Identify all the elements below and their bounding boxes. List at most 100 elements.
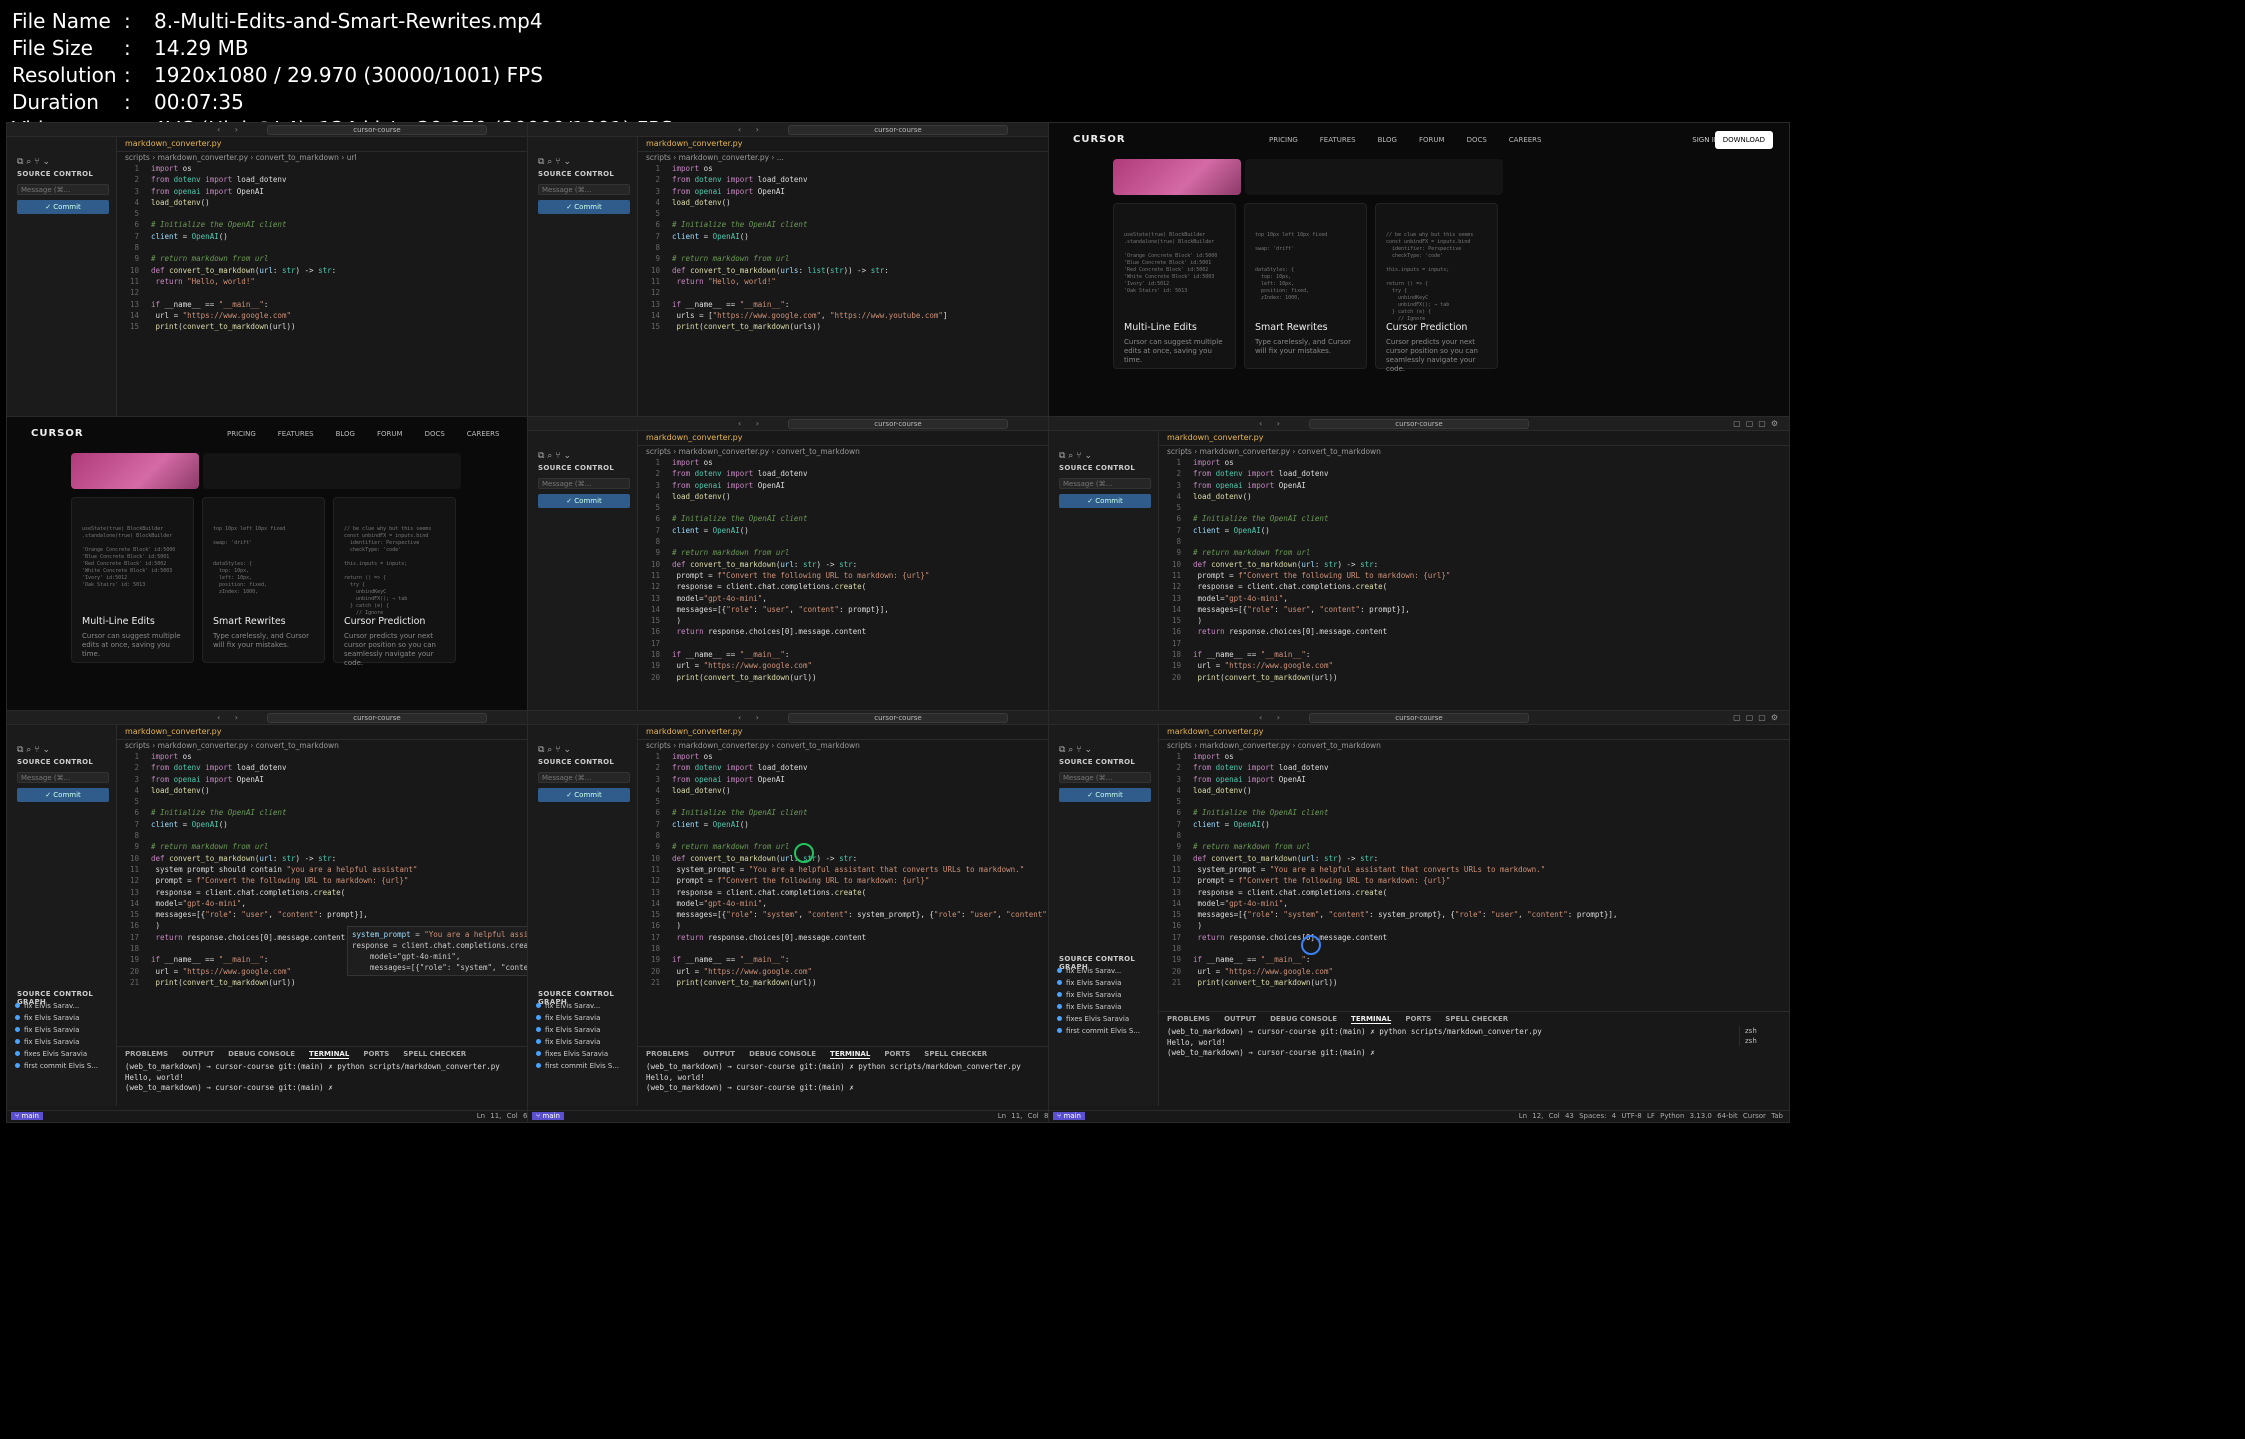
panel-tab[interactable]: DEBUG CONSOLE — [1270, 1015, 1337, 1024]
nav-arrows-icon[interactable]: ‹ › — [738, 125, 765, 134]
nav-arrows-icon[interactable]: ‹ › — [217, 713, 244, 722]
breadcrumb[interactable]: scripts › markdown_converter.py › ... — [646, 153, 784, 162]
command-search[interactable]: cursor-course — [788, 125, 1008, 135]
breadcrumb[interactable]: scripts › markdown_converter.py › conver… — [125, 153, 357, 162]
commit-button[interactable]: ✓ Commit — [538, 788, 630, 802]
commit-message-input[interactable]: Message (⌘... — [538, 772, 630, 783]
download-button[interactable]: DOWNLOAD — [1714, 131, 1773, 149]
breadcrumb[interactable]: scripts › markdown_converter.py › conver… — [125, 741, 339, 750]
graph-item[interactable]: fix Elvis Saravia — [15, 1012, 98, 1024]
code-editor[interactable]: 1 import os 2 from dotenv import load_doten… — [1159, 751, 1781, 988]
branch-indicator[interactable]: ⑂ main — [1053, 1112, 1085, 1120]
commit-message-input[interactable]: Message (⌘... — [538, 478, 630, 489]
graph-item[interactable]: fix Elvis Saravia — [536, 1012, 619, 1024]
graph-item[interactable]: first commit Elvis S... — [1057, 1025, 1140, 1037]
panel-tab[interactable]: TERMINAL — [830, 1050, 871, 1059]
feature-card[interactable]: // be clue why but this seems const unbi… — [333, 497, 456, 667]
nav-link[interactable]: BLOG — [336, 430, 355, 438]
file-tab[interactable]: markdown_converter.py — [646, 433, 742, 442]
cursor-position[interactable]: Ln 11, Col 82 — [998, 1112, 1053, 1120]
commit-button[interactable]: ✓ Commit — [1059, 494, 1151, 508]
file-tab[interactable]: markdown_converter.py — [125, 727, 221, 736]
graph-item[interactable]: fix Elvis Saravia — [15, 1024, 98, 1036]
terminal-list[interactable]: zshzsh — [1739, 1026, 1783, 1046]
branch-indicator[interactable]: ⑂ main — [532, 1112, 564, 1120]
commit-button[interactable]: ✓ Commit — [538, 200, 630, 214]
command-search[interactable]: cursor-course — [1309, 713, 1529, 723]
panel-tab[interactable]: SPELL CHECKER — [1445, 1015, 1508, 1024]
file-tab[interactable]: markdown_converter.py — [1167, 433, 1263, 442]
graph-item[interactable]: first commit Elvis S... — [15, 1060, 98, 1072]
panel-tab[interactable]: DEBUG CONSOLE — [228, 1050, 295, 1059]
commit-button[interactable]: ✓ Commit — [17, 788, 109, 802]
nav-link[interactable]: FORUM — [1419, 136, 1445, 144]
panel-tab[interactable]: PORTS — [1405, 1015, 1431, 1024]
commit-button[interactable]: ✓ Commit — [17, 200, 109, 214]
nav-arrows-icon[interactable]: ‹ › — [1259, 419, 1286, 428]
command-search[interactable]: cursor-course — [267, 713, 487, 723]
file-tab[interactable]: markdown_converter.py — [646, 139, 742, 148]
cursor-logo[interactable]: CURSOR — [31, 428, 84, 439]
graph-item[interactable]: fix Elvis Sarav... — [536, 1000, 619, 1012]
nav-arrows-icon[interactable]: ‹ › — [1259, 713, 1286, 722]
graph-item[interactable]: fix Elvis Saravia — [536, 1036, 619, 1048]
nav-link[interactable]: CAREERS — [1509, 136, 1542, 144]
nav-link[interactable]: PRICING — [227, 430, 256, 438]
layout-icons[interactable]: ▢▢▢⚙ — [1733, 713, 1783, 722]
terminal-output[interactable]: (web_to_markdown) → cursor-course git:(m… — [1167, 1027, 1542, 1059]
panel-tab[interactable]: PROBLEMS — [1167, 1015, 1210, 1024]
file-tab[interactable]: markdown_converter.py — [125, 139, 221, 148]
terminal-output[interactable]: (web_to_markdown) → cursor-course git:(m… — [646, 1062, 1021, 1094]
commit-message-input[interactable]: Message (⌘... — [538, 184, 630, 195]
nav-link[interactable]: FEATURES — [1320, 136, 1356, 144]
command-search[interactable]: cursor-course — [267, 125, 487, 135]
cursor-logo[interactable]: CURSOR — [1073, 134, 1126, 145]
commit-button[interactable]: ✓ Commit — [538, 494, 630, 508]
nav-arrows-icon[interactable]: ‹ › — [738, 419, 765, 428]
graph-item[interactable]: fix Elvis Sarav... — [15, 1000, 98, 1012]
nav-link[interactable]: CAREERS — [467, 430, 500, 438]
file-tab[interactable]: markdown_converter.py — [1167, 727, 1263, 736]
command-search[interactable]: cursor-course — [1309, 419, 1529, 429]
nav-link[interactable]: FORUM — [377, 430, 403, 438]
panel-tab[interactable]: PORTS — [884, 1050, 910, 1059]
panel-tab[interactable]: PROBLEMS — [125, 1050, 168, 1059]
graph-item[interactable]: first commit Elvis S... — [536, 1060, 619, 1072]
graph-item[interactable]: fix Elvis Saravia — [1057, 1001, 1140, 1013]
branch-indicator[interactable]: ⑂ main — [11, 1112, 43, 1120]
nav-link[interactable]: DOCS — [425, 430, 445, 438]
graph-item[interactable]: fix Elvis Saravia — [1057, 977, 1140, 989]
file-tab[interactable]: markdown_converter.py — [646, 727, 742, 736]
commit-message-input[interactable]: Message (⌘... — [17, 184, 109, 195]
code-editor[interactable]: 1 import os 2 from dotenv import load_doten… — [1159, 457, 1781, 683]
panel-tab[interactable]: SPELL CHECKER — [924, 1050, 987, 1059]
graph-item[interactable]: fix Elvis Sarav... — [1057, 965, 1140, 977]
feature-card[interactable]: top 10px left 10px fixed swap: 'drift' d… — [1244, 203, 1367, 369]
cursor-position[interactable]: Ln 11, Col 63 — [477, 1112, 532, 1120]
nav-link[interactable]: DOCS — [1467, 136, 1487, 144]
commit-message-input[interactable]: Message (⌘... — [1059, 478, 1151, 489]
commit-button[interactable]: ✓ Commit — [1059, 788, 1151, 802]
commit-message-input[interactable]: Message (⌘... — [17, 772, 109, 783]
feature-card[interactable]: useState(true) BlockBuilder .standalone(… — [71, 497, 194, 663]
panel-tab[interactable]: OUTPUT — [703, 1050, 735, 1059]
panel-tab[interactable]: SPELL CHECKER — [403, 1050, 466, 1059]
layout-icons[interactable]: ▢▢▢⚙ — [1733, 419, 1783, 428]
graph-item[interactable]: fixes Elvis Saravia — [1057, 1013, 1140, 1025]
panel-tab[interactable]: PORTS — [363, 1050, 389, 1059]
graph-item[interactable]: fix Elvis Saravia — [536, 1024, 619, 1036]
panel-tab[interactable]: TERMINAL — [1351, 1015, 1392, 1024]
breadcrumb[interactable]: scripts › markdown_converter.py › conver… — [1167, 447, 1381, 456]
panel-tab[interactable]: TERMINAL — [309, 1050, 350, 1059]
nav-arrows-icon[interactable]: ‹ › — [738, 713, 765, 722]
graph-item[interactable]: fix Elvis Saravia — [1057, 989, 1140, 1001]
graph-item[interactable]: fix Elvis Saravia — [15, 1036, 98, 1048]
breadcrumb[interactable]: scripts › markdown_converter.py › conver… — [646, 741, 860, 750]
panel-tab[interactable]: PROBLEMS — [646, 1050, 689, 1059]
command-search[interactable]: cursor-course — [788, 713, 1008, 723]
graph-item[interactable]: fixes Elvis Saravia — [15, 1048, 98, 1060]
panel-tab[interactable]: DEBUG CONSOLE — [749, 1050, 816, 1059]
graph-item[interactable]: fixes Elvis Saravia — [536, 1048, 619, 1060]
nav-link[interactable]: BLOG — [1378, 136, 1397, 144]
panel-tab[interactable]: OUTPUT — [182, 1050, 214, 1059]
